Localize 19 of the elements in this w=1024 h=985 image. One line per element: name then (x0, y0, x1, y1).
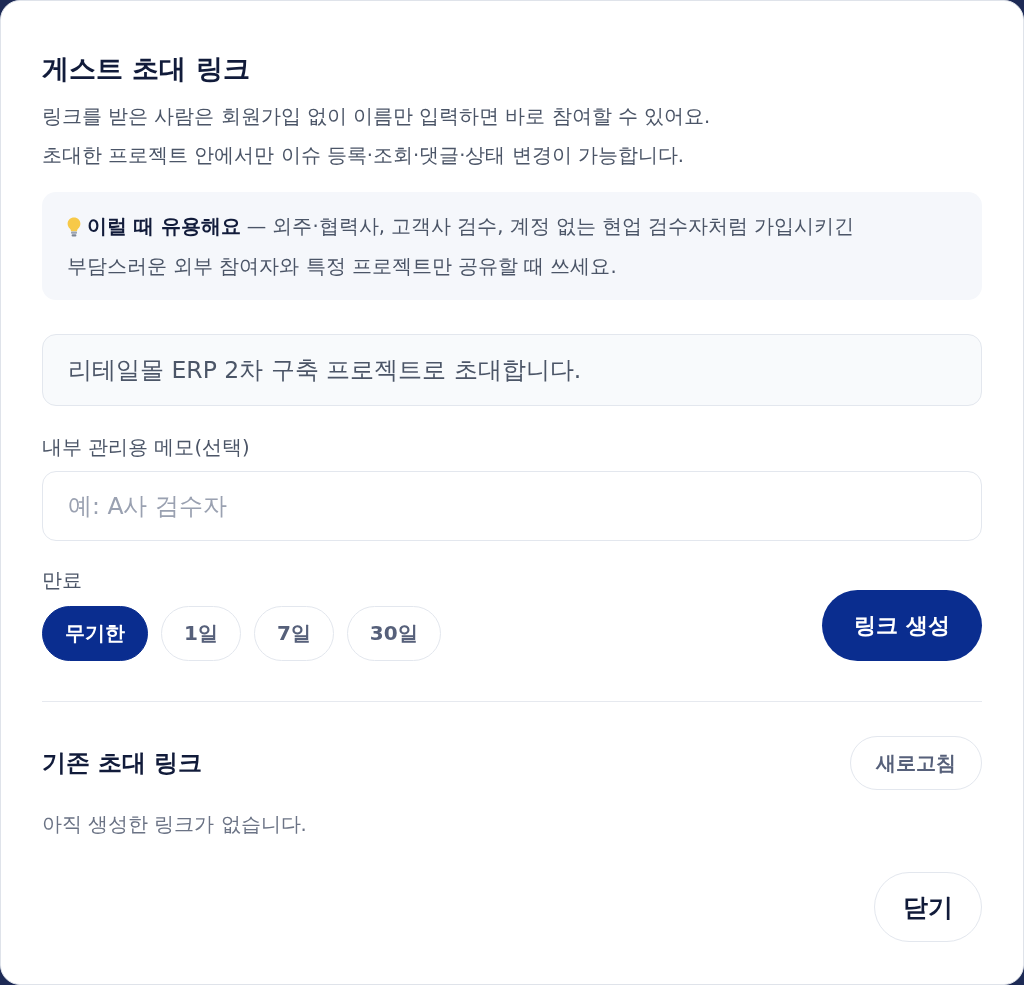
expiry-option-chip[interactable]: 30일 (346, 606, 441, 661)
dialog-title: 게스트 초대 링크 (42, 52, 251, 86)
invite-message-field[interactable]: 리테일몰 ERP 2차 구축 프로젝트로 초대합니다. (42, 334, 982, 406)
expiry-label: 만료 (42, 569, 82, 593)
refresh-button[interactable]: 새로고침 (850, 736, 982, 790)
description-text: 링크를 받은 사람은 회원가입 없이 이름만 입력하면 바로 참여할 수 있어요. (42, 104, 712, 130)
description-text: 초대한 프로젝트 안에서만 이슈 등록·조회·댓글·상태 변경이 가능합니다. (42, 143, 685, 169)
tip-text: 이럴 때 유용해요 — 외주·협력사, 고객사 검수, 계정 없는 현업 검수자처럼 가입시키긴 (87, 214, 855, 240)
light-bulb-icon (67, 217, 81, 237)
expiry-option-chip[interactable]: 무기한 (42, 606, 148, 661)
empty-state-text: 아직 생성한 링크가 없습니다. (42, 813, 308, 837)
memo-label: 내부 관리용 메모(선택) (42, 436, 251, 460)
memo-input-field[interactable]: 예: A사 검수자 (42, 471, 982, 541)
section-title: 기존 초대 링크 (42, 748, 203, 778)
create-link-button[interactable]: 링크 생성 (822, 590, 982, 661)
close-button[interactable]: 닫기 (874, 872, 982, 942)
tip-text: 부담스러운 외부 참여자와 특정 프로젝트만 공유할 때 쓰세요. (67, 254, 618, 280)
expiry-option-chip[interactable]: 7일 (253, 606, 334, 661)
expiry-option-chip[interactable]: 1일 (161, 606, 241, 661)
